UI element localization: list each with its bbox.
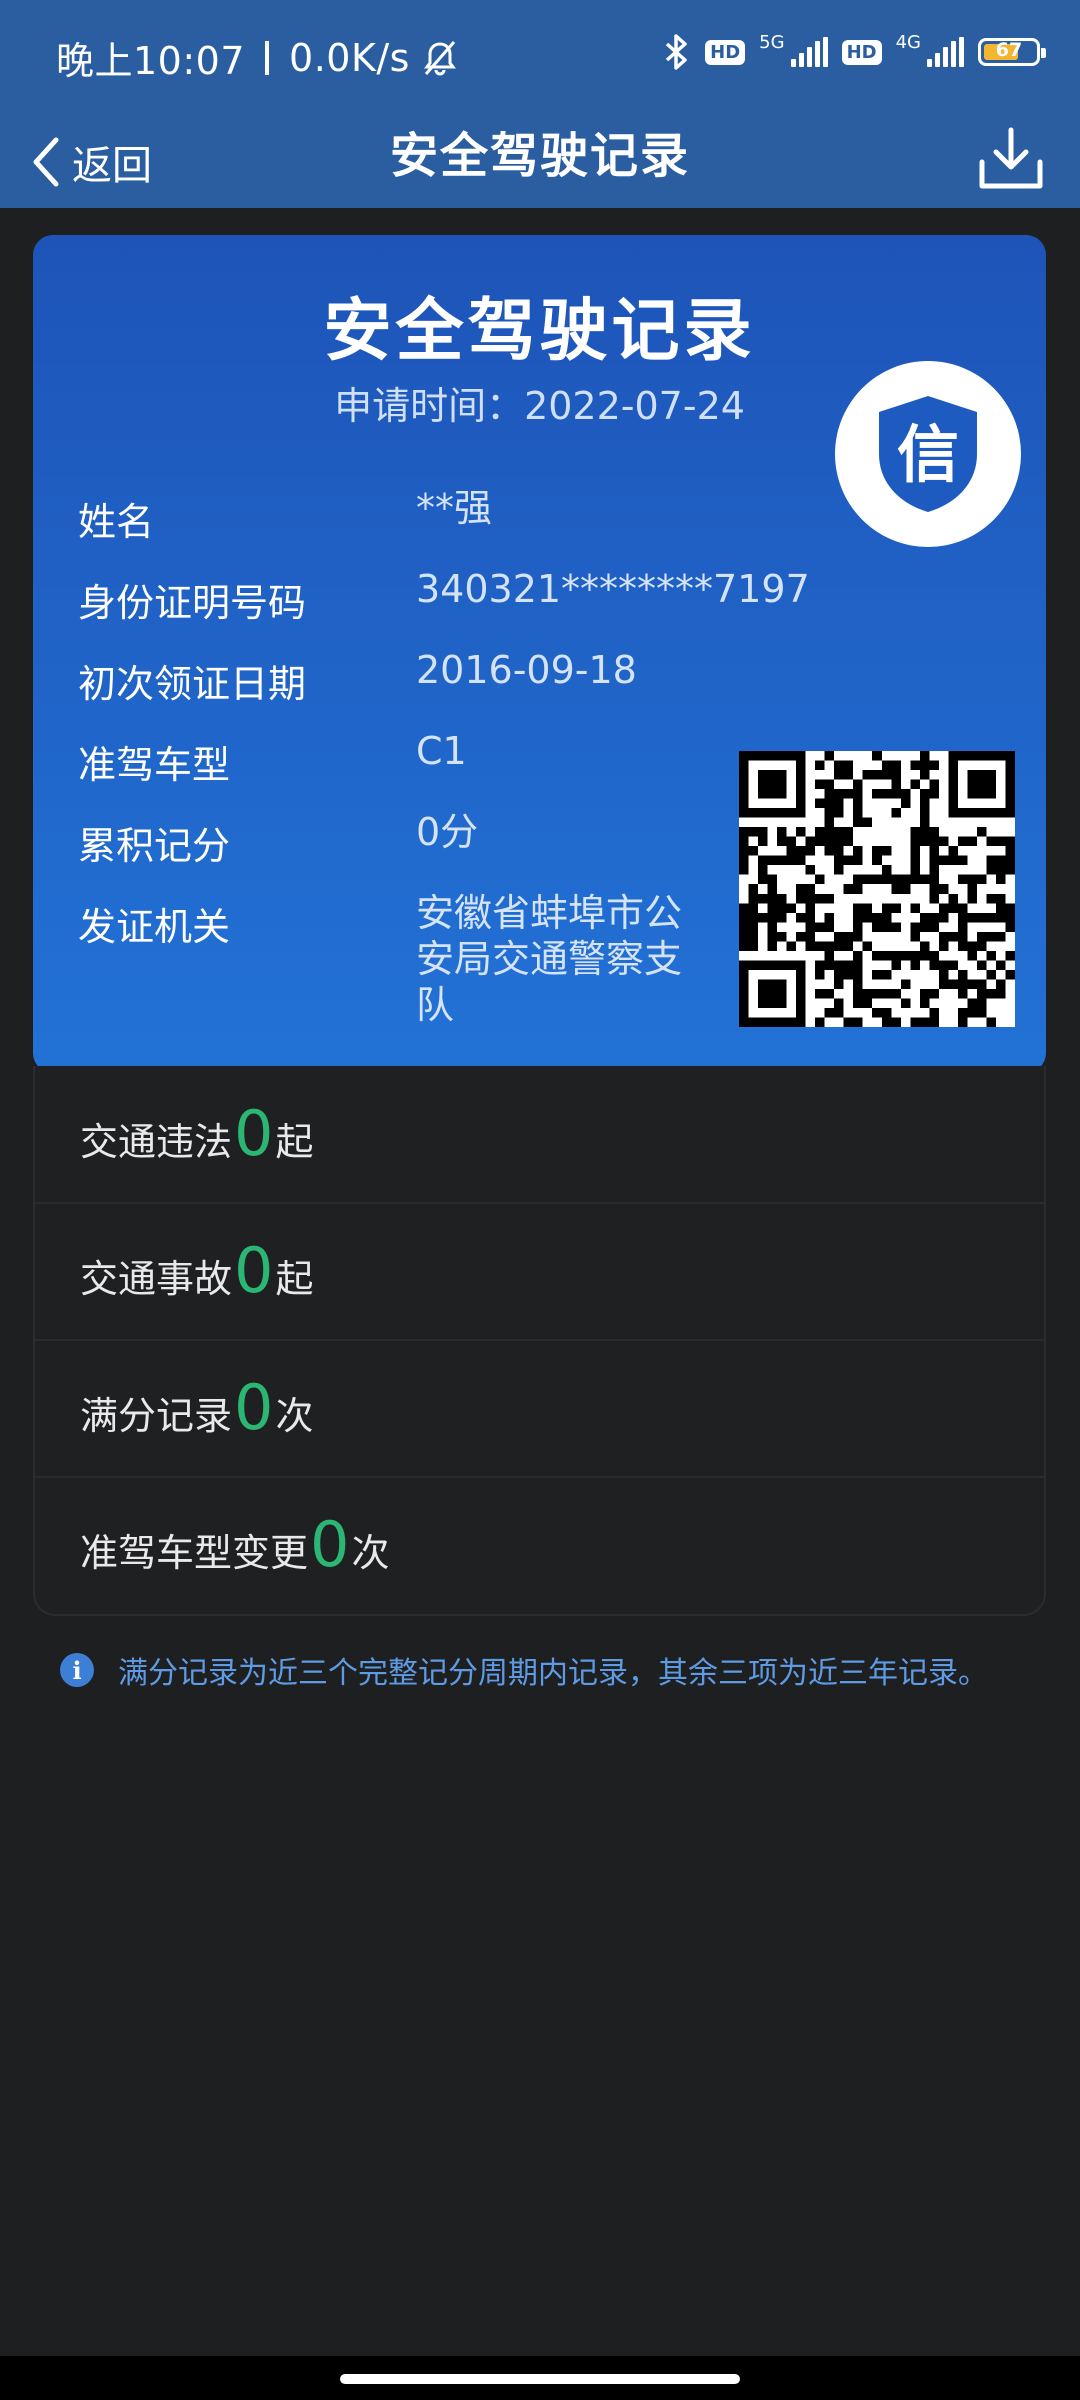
name-label: 姓名 <box>78 500 155 544</box>
issuing-authority-label: 发证机关 <box>78 905 231 949</box>
footnote-text: 满分记录为近三个完整记分周期内记录，其余三项为近三年记录。 <box>118 1656 988 1691</box>
list-item: 准驾车型变更 0 次 <box>35 1477 1044 1613</box>
first-issue-date-value: 2016-09-18 <box>416 648 637 692</box>
qr-code <box>739 751 1015 1027</box>
status-bar: 晚上10:07 0.0K/s HD 5G HD 4G 67 <box>0 0 1080 116</box>
bell-off-icon <box>423 40 456 75</box>
name-value: **强 <box>416 486 493 530</box>
full-points-record: 满分记录 0 次 <box>80 1370 314 1444</box>
info-icon: i <box>60 1653 94 1687</box>
record-label: 满分记录 <box>80 1393 233 1438</box>
vehicle-class-label: 准驾车型 <box>78 743 231 787</box>
record-count: 0 <box>310 1507 350 1581</box>
record-unit: 起 <box>275 1119 314 1164</box>
traffic-violation-record: 交通违法 0 起 <box>80 1096 314 1170</box>
vehicle-class-value: C1 <box>416 729 467 773</box>
list-item: 交通违法 0 起 <box>35 1066 1044 1204</box>
seal-char: 信 <box>897 418 959 491</box>
network-type-1: 5G <box>759 31 785 53</box>
record-count: 0 <box>234 1370 274 1444</box>
status-separator <box>265 40 270 75</box>
signal-bars-2-icon <box>927 37 964 67</box>
status-left: 晚上10:07 0.0K/s <box>56 30 460 85</box>
battery-icon: 67 <box>978 38 1046 66</box>
points-label: 累积记分 <box>78 824 231 868</box>
list-item: 交通事故 0 起 <box>35 1203 1044 1341</box>
records-list: 交通违法 0 起 交通事故 0 起 满分记录 0 次 准驾车型变更 0 次 <box>33 1066 1046 1616</box>
nav-bar: 返回 安全驾驶记录 <box>0 116 1080 208</box>
record-count: 0 <box>234 1096 274 1170</box>
signal-bars-1-icon <box>790 37 828 67</box>
download-icon[interactable] <box>972 120 1050 198</box>
shield-icon: 信 <box>879 396 977 512</box>
footnote: i 满分记录为近三个完整记分周期内记录，其余三项为近三年记录。 <box>60 1648 988 1692</box>
home-indicator[interactable] <box>340 2374 740 2384</box>
credit-shield-icon: 信 <box>835 361 1021 547</box>
issuing-authority-value: 安徽省蚌埠市公安局交通警察支队 <box>416 891 683 1027</box>
hd-badge-1: HD <box>705 39 746 65</box>
id-number-label: 身份证明号码 <box>78 581 307 625</box>
vehicle-class-change-record: 准驾车型变更 0 次 <box>80 1507 390 1581</box>
first-issue-date-label: 初次领证日期 <box>78 662 307 706</box>
apply-time-label: 申请时间： <box>334 384 525 428</box>
list-item: 满分记录 0 次 <box>35 1340 1044 1478</box>
status-time: 晚上10:07 <box>56 39 246 83</box>
record-unit: 次 <box>275 1393 314 1438</box>
driving-record-card: 安全驾驶记录 申请时间：2022-07-24 信 姓名 **强 身份证明号码 3… <box>33 235 1046 1073</box>
status-right: HD 5G HD 4G 67 <box>661 31 1046 72</box>
record-count: 0 <box>234 1233 274 1307</box>
page-title: 安全驾驶记录 <box>389 128 690 184</box>
card-title: 安全驾驶记录 <box>323 292 756 371</box>
hd-badge-2: HD <box>841 39 882 65</box>
bluetooth-icon <box>665 34 687 70</box>
record-unit: 起 <box>275 1256 314 1301</box>
id-number-value: 340321********7197 <box>416 567 810 611</box>
record-label: 交通事故 <box>80 1256 233 1301</box>
apply-time-value: 2022-07-24 <box>524 384 745 428</box>
record-label: 交通违法 <box>80 1119 233 1164</box>
gesture-bar <box>0 2356 1080 2400</box>
record-label: 准驾车型变更 <box>80 1530 309 1575</box>
record-unit: 次 <box>351 1530 390 1575</box>
network-type-2: 4G <box>895 31 921 53</box>
points-value: 0分 <box>416 810 479 854</box>
status-speed: 0.0K/s <box>289 35 410 80</box>
traffic-accident-record: 交通事故 0 起 <box>80 1233 314 1307</box>
battery-level: 67 <box>995 39 1023 61</box>
